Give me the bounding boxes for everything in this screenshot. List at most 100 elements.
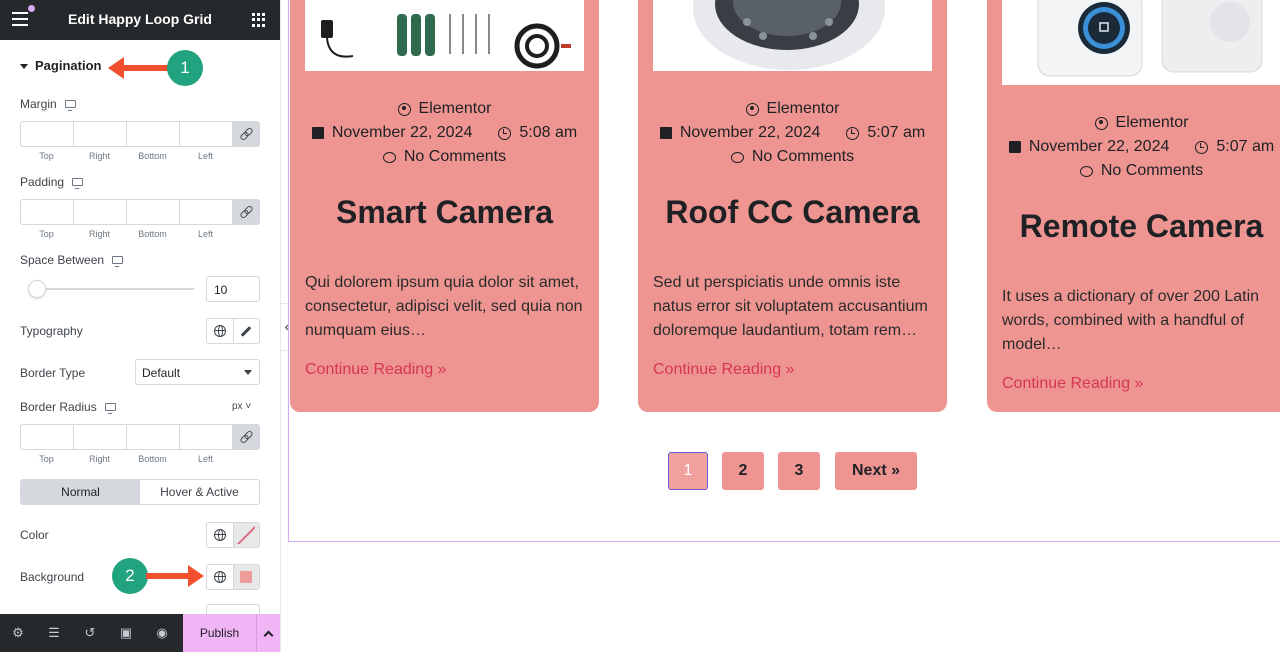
margin-left-input[interactable] — [179, 121, 232, 147]
padding-top-input[interactable] — [20, 199, 73, 225]
post-excerpt: It uses a dictionary of over 200 Latin w… — [1002, 288, 1260, 353]
desktop-icon[interactable] — [104, 403, 116, 414]
post-comments[interactable]: No Comments — [752, 148, 854, 166]
margin-dim-labels: Top Right Bottom Left — [20, 151, 232, 161]
preview-eye-icon[interactable]: ◉ — [144, 614, 180, 652]
post-date[interactable]: November 22, 2024 — [332, 124, 473, 142]
post-author[interactable]: Elementor — [767, 100, 840, 118]
margin-right-input[interactable] — [73, 121, 126, 147]
post-date[interactable]: November 22, 2024 — [680, 124, 821, 142]
space-between-input[interactable]: 10 — [206, 276, 260, 302]
post-author[interactable]: Elementor — [419, 100, 492, 118]
post-meta: Elementor November 22, 2024 5:07 am No Co… — [987, 111, 1280, 183]
post-thumbnail[interactable] — [305, 0, 584, 71]
radius-link-button[interactable] — [232, 424, 260, 450]
tab-normal[interactable]: Normal — [21, 480, 140, 504]
post-card[interactable]: Elementor November 22, 2024 5:08 am No Co… — [290, 0, 599, 412]
margin-label-text: Margin — [20, 97, 57, 111]
padding-bottom-input[interactable] — [126, 199, 179, 225]
color-controls — [206, 522, 260, 548]
background-color-picker[interactable] — [232, 565, 259, 589]
tab-hover-active[interactable]: Hover & Active — [140, 480, 259, 504]
desktop-icon[interactable] — [72, 178, 84, 189]
padding-link-button[interactable] — [232, 199, 260, 225]
padding-right-input[interactable] — [73, 199, 126, 225]
border-type-label: Border Type — [20, 366, 86, 380]
post-author[interactable]: Elementor — [1116, 114, 1189, 132]
settings-icon[interactable]: ⚙ — [0, 614, 36, 652]
border-type-select[interactable]: Default — [135, 359, 260, 385]
layers-icon[interactable]: ☰ — [36, 614, 72, 652]
radius-bottom-input[interactable] — [126, 424, 179, 450]
responsive-icon[interactable]: ▣ — [108, 614, 144, 652]
section-pagination[interactable]: Pagination — [20, 58, 101, 73]
user-icon — [397, 102, 411, 116]
pagination-page-2[interactable]: 2 — [722, 452, 764, 490]
post-date[interactable]: November 22, 2024 — [1029, 138, 1170, 156]
dim-label-right: Right — [88, 229, 110, 239]
meta-comments-row: No Comments — [290, 145, 599, 169]
link-icon — [240, 128, 252, 140]
border-radius-label: Border Radius — [20, 400, 116, 414]
post-title[interactable]: Remote Camera — [987, 208, 1280, 245]
radius-left-input[interactable] — [179, 424, 232, 450]
publish-options-button[interactable] — [256, 614, 280, 652]
radius-top-input[interactable] — [20, 424, 73, 450]
calendar-icon — [659, 127, 672, 139]
post-comments[interactable]: No Comments — [404, 148, 506, 166]
globe-icon — [213, 571, 226, 583]
post-thumbnail[interactable] — [1002, 0, 1280, 85]
radius-right-input[interactable] — [73, 424, 126, 450]
publish-button[interactable]: Publish — [183, 614, 256, 652]
post-excerpt: Sed ut perspiciatis unde omnis iste natu… — [653, 274, 928, 339]
desktop-icon[interactable] — [112, 256, 124, 267]
padding-left-input[interactable] — [179, 199, 232, 225]
margin-top-input[interactable] — [20, 121, 73, 147]
color-global-button[interactable] — [207, 523, 233, 547]
annotation-arrow-1 — [122, 65, 172, 71]
post-card[interactable]: Elementor November 22, 2024 5:07 am No Co… — [638, 0, 947, 412]
no-color-swatch — [237, 526, 256, 544]
dim-label-bottom: Bottom — [138, 151, 167, 161]
margin-link-button[interactable] — [232, 121, 260, 147]
background-global-button[interactable] — [207, 565, 233, 589]
post-title[interactable]: Roof CC Camera — [638, 194, 947, 231]
space-between-slider-track[interactable] — [30, 288, 194, 290]
color-picker[interactable] — [232, 523, 259, 547]
unit-selector[interactable]: px ˅ — [232, 401, 251, 412]
typography-global-button[interactable] — [207, 319, 233, 343]
pagination-page-1[interactable]: 1 — [668, 452, 708, 490]
continue-reading-link[interactable]: Continue Reading » — [653, 361, 794, 379]
pencil-icon — [241, 325, 252, 337]
comment-icon — [730, 151, 744, 163]
pagination-page-3[interactable]: 3 — [778, 452, 820, 490]
dim-label-left: Left — [197, 454, 213, 464]
desktop-icon[interactable] — [64, 100, 76, 111]
space-between-slider-handle[interactable] — [28, 280, 46, 298]
meta-date-row: November 22, 2024 5:07 am — [638, 121, 947, 145]
globe-icon — [213, 529, 226, 541]
post-thumbnail[interactable] — [653, 0, 932, 71]
typography-edit-button[interactable] — [232, 319, 259, 343]
user-icon — [745, 102, 759, 116]
state-tabs: Normal Hover & Active — [20, 479, 260, 505]
post-meta: Elementor November 22, 2024 5:07 am No Co… — [638, 97, 947, 169]
post-comments[interactable]: No Comments — [1101, 162, 1203, 180]
history-icon[interactable]: ↺ — [72, 614, 108, 652]
margin-inputs — [20, 121, 260, 147]
panel-header: Edit Happy Loop Grid — [0, 0, 280, 40]
space-between-label-text: Space Between — [20, 253, 105, 267]
pagination-next[interactable]: Next » — [835, 452, 917, 490]
margin-bottom-input[interactable] — [126, 121, 179, 147]
background-swatch — [240, 571, 253, 583]
dim-label-right: Right — [88, 151, 110, 161]
padding-dim-labels: Top Right Bottom Left — [20, 229, 232, 239]
continue-reading-link[interactable]: Continue Reading » — [305, 361, 446, 379]
continue-reading-link[interactable]: Continue Reading » — [1002, 375, 1143, 393]
post-title[interactable]: Smart Camera — [290, 194, 599, 231]
post-time: 5:07 am — [867, 124, 926, 141]
calendar-icon — [1008, 141, 1021, 153]
widgets-grid-icon[interactable] — [252, 13, 266, 27]
post-card[interactable]: Elementor November 22, 2024 5:07 am No Co… — [987, 0, 1280, 412]
dome-camera-image — [693, 0, 885, 70]
